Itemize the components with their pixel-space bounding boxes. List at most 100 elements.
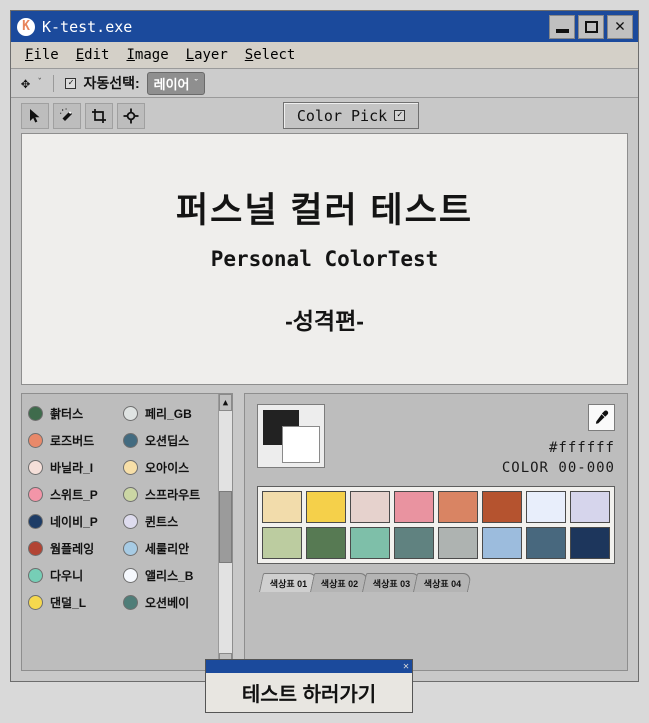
list-item-label: 스프라우트 [145,487,201,502]
popup-body[interactable]: 테스트 하러가기 [206,673,412,712]
list-item-label: 스위트_P [50,487,98,502]
color-list-left-column: 촭터스 로즈버드 바닐라_I 스위트_P 네이비_P 웜플레잉 다우니 댄덜_L [28,401,123,670]
color-list-scrollbar[interactable]: ▲ ▼ [218,394,232,670]
color-dot [28,405,43,421]
list-item[interactable]: 스프라우트 [123,482,218,506]
menu-bar: File Edit Image Layer Select [11,42,638,69]
maximize-button[interactable] [578,14,604,39]
tab-palette-03[interactable]: 색상표 03 [361,573,422,592]
swatch[interactable] [482,527,522,559]
crop-tool-button[interactable] [85,102,113,129]
swatch[interactable] [526,527,566,559]
auto-select-checkbox[interactable]: ✓ [65,77,77,89]
swatch-tabs: 색상표 01 색상표 02 색상표 03 색상표 04 [257,572,615,592]
move-tool-caret-icon[interactable]: ˇ [37,78,42,88]
list-item-label: 앨리스_B [145,568,194,583]
swatch[interactable] [482,491,522,523]
swatch[interactable] [306,527,346,559]
list-item[interactable]: 페리_GB [123,401,218,425]
background-color-swatch[interactable] [282,426,320,463]
swatch[interactable] [262,527,302,559]
list-item-label: 오아이스 [145,460,190,475]
swatch[interactable] [394,527,434,559]
menu-label: ayer [194,47,228,63]
list-item-label: 바닐라_I [50,460,94,475]
swatch[interactable] [570,527,610,559]
menu-item-file[interactable]: File [23,46,61,64]
foreground-background-swatch[interactable] [257,404,325,468]
color-dot [28,594,43,610]
swatch[interactable] [570,491,610,523]
menu-label: mage [134,47,169,63]
list-item[interactable]: 웜플레잉 [28,536,123,560]
window-controls: ✕ [549,14,633,39]
maximize-icon [584,20,598,33]
menu-item-image[interactable]: Image [124,46,170,64]
list-item[interactable]: 세룰리안 [123,536,218,560]
color-dot [28,459,43,475]
target-crosshair-icon [123,108,139,123]
title-bar: K K-test.exe ✕ [11,11,638,42]
eyedropper-button[interactable] [588,404,615,431]
swatch[interactable] [394,491,434,523]
list-item[interactable]: 오션베이 [123,590,218,614]
bottom-panels: 촭터스 로즈버드 바닐라_I 스위트_P 네이비_P 웜플레잉 다우니 댄덜_L… [11,385,638,681]
tab-label: 색상표 01 [269,578,308,589]
list-item[interactable]: 오션딥스 [123,428,218,452]
list-item[interactable]: 네이비_P [28,509,123,533]
list-item[interactable]: 오아이스 [123,455,218,479]
list-item[interactable]: 바닐라_I [28,455,123,479]
tab-palette-04[interactable]: 색상표 04 [413,573,473,592]
color-picker-info: #ffffff COLOR 00-000 [502,404,615,476]
screen-root: K K-test.exe ✕ File Edit Image Layer Sel… [0,0,649,723]
arrow-cursor-icon [30,108,40,122]
color-picker-panel: #ffffff COLOR 00-000 색상표 01 색상표 02 색상표 0… [244,393,628,671]
color-pick-checkbox-icon[interactable]: ✓ [394,110,406,121]
list-item[interactable]: 스위트_P [28,482,123,506]
swatch[interactable] [350,527,390,559]
list-item[interactable]: 댄덜_L [28,590,123,614]
list-item-label: 페리_GB [145,406,192,421]
swatch[interactable] [350,491,390,523]
chevron-down-icon: ˇ [194,78,198,88]
menu-mnemonic: S [244,47,254,63]
magic-wand-tool-button[interactable] [53,102,81,129]
close-button[interactable]: ✕ [607,14,633,39]
menu-item-select[interactable]: Select [243,46,298,64]
target-tool-button[interactable] [117,102,145,129]
list-item-label: 촭터스 [50,406,84,421]
menu-item-layer[interactable]: Layer [184,46,230,64]
swatch[interactable] [306,491,346,523]
swatch[interactable] [438,491,478,523]
color-dot [123,432,138,448]
scrollbar-thumb[interactable] [219,490,232,564]
tab-label: 색상표 02 [321,578,359,589]
move-icon[interactable]: ✥ [21,74,30,92]
color-list-columns: 촭터스 로즈버드 바닐라_I 스위트_P 네이비_P 웜플레잉 다우니 댄덜_L… [22,394,218,670]
menu-item-edit[interactable]: Edit [74,46,112,64]
hex-value-label: #ffffff [548,440,615,456]
move-arrow-tool-button[interactable] [21,102,49,129]
swatch[interactable] [438,527,478,559]
list-item[interactable]: 다우니 [28,563,123,587]
magic-wand-icon [60,108,72,121]
layer-dropdown[interactable]: 레이어 ˇ [146,71,205,95]
color-dot [28,432,43,448]
minimize-button[interactable] [549,14,575,39]
tab-palette-02[interactable]: 색상표 02 [310,573,370,592]
swatch-grid [257,486,615,564]
scroll-up-arrow-icon[interactable]: ▲ [219,394,232,411]
document-canvas[interactable]: 퍼스널 컬러 테스트 Personal ColorTest -성격편- [21,133,628,385]
list-item[interactable]: 촭터스 [28,401,123,425]
list-item[interactable]: 로즈버드 [28,428,123,452]
color-pick-button[interactable]: Color Pick ✓ [283,102,419,129]
swatch[interactable] [262,491,302,523]
toolbar-separator [53,74,55,92]
color-dot [123,405,138,421]
scrollbar-track[interactable] [219,411,232,653]
eyedropper-icon [595,410,609,424]
list-item[interactable]: 앨리스_B [123,563,218,587]
list-item[interactable]: 퀸트스 [123,509,218,533]
popup-close-icon[interactable]: ✕ [403,661,409,672]
swatch[interactable] [526,491,566,523]
